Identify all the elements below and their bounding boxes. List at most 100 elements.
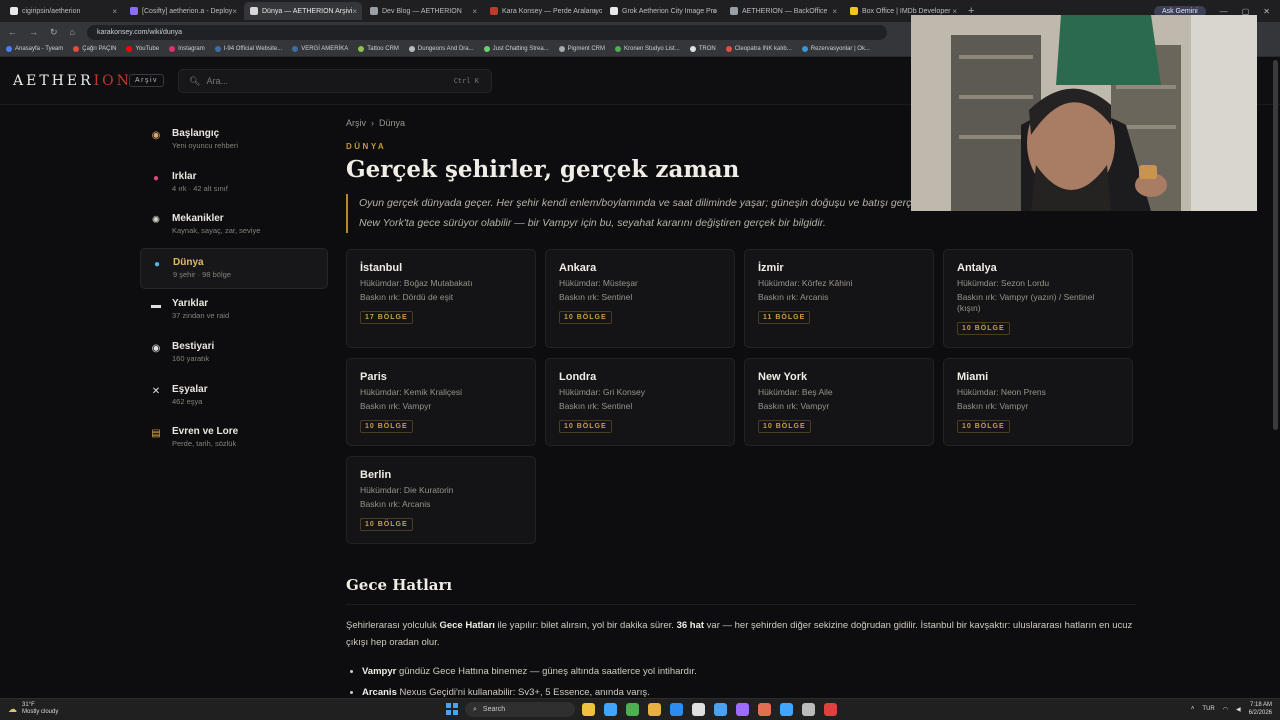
bookmark-item[interactable]: Just Chatting Strea... <box>483 46 549 52</box>
sidebar-item[interactable]: ● Dünya 9 şehir · 98 bölge <box>140 247 328 289</box>
sidebar-item[interactable]: ● Irklar 4 ırk · 42 alt sınıf <box>140 163 328 204</box>
sidebar-item[interactable]: ◉ Bestiyari 160 yaratık <box>140 333 328 374</box>
tray-chevron-icon[interactable]: ˄ <box>1191 706 1195 712</box>
taskbar-app-icon[interactable] <box>802 703 815 716</box>
bookmark-item[interactable]: Dungeons And Dra... <box>408 46 474 52</box>
compass-icon: ◉ <box>151 130 161 141</box>
taskbar-app-icon[interactable] <box>758 703 771 716</box>
archive-chip[interactable]: Arşiv <box>129 74 165 87</box>
bookmark-item[interactable]: Instagram <box>169 46 205 52</box>
taskbar-app-icon[interactable] <box>626 703 639 716</box>
page-scrollbar[interactable] <box>1273 60 1278 430</box>
sidebar-item-text: Yarıklar 37 zindan ve raid <box>172 298 229 331</box>
bookmark-item[interactable]: YouTube <box>126 46 159 52</box>
city-card[interactable]: Antalya Hükümdar: Sezon Lordu Baskın ırk: … <box>943 249 1133 348</box>
sidebar-item-title: Eşyalar <box>172 383 208 395</box>
city-card[interactable]: İstanbul Hükümdar: Boğaz Mutabakatı Baskın… <box>346 249 536 348</box>
sidebar-item[interactable]: ◉ Başlangıç Yeni oyuncu rehberi <box>140 120 328 161</box>
taskbar-app-icon[interactable] <box>780 703 793 716</box>
taskbar-app-icon[interactable] <box>692 703 705 716</box>
sidebar-item[interactable]: ✺ Mekanikler Kaynak, sayaç, zar, seviye <box>140 205 328 246</box>
home-icon[interactable]: ⌂ <box>70 27 75 37</box>
tab-title: Kara Konsey — Perde Aralanıyo <box>502 7 602 15</box>
wifi-icon[interactable]: ◠ <box>1223 706 1228 713</box>
sidebar-item-text: Mekanikler Kaynak, sayaç, zar, seviye <box>172 213 260 246</box>
search-input[interactable]: 🔍︎ Ara... Ctrl K <box>178 69 492 93</box>
tab-close-icon[interactable]: × <box>112 7 117 16</box>
bookmark-item[interactable]: Cleopatra INK kalıb... <box>725 46 792 52</box>
breadcrumb-archive-link[interactable]: Arşiv <box>346 118 366 128</box>
tab-close-icon[interactable]: × <box>712 7 717 16</box>
bookmark-item[interactable]: Çağrı PAÇIN <box>73 46 116 52</box>
url-field[interactable]: karakonsey.com/wiki/dunya <box>86 24 887 40</box>
browser-tab[interactable]: Grok Aetherion City Image Pro × <box>604 2 722 20</box>
city-dominant-race: Baskın ırk: Sentinel <box>559 292 633 302</box>
forward-icon[interactable]: → <box>29 27 38 37</box>
tab-close-icon[interactable]: × <box>832 7 837 16</box>
sidebar-item[interactable]: ▤ Evren ve Lore Perde, tarih, sözlük <box>140 418 328 459</box>
browser-tab[interactable]: AETHERION — BackOffice × <box>724 2 842 20</box>
para-text-1: Şehirlerarası yolculuk <box>346 620 440 631</box>
city-card[interactable]: New York Hükümdar: Beş Aile Baskın ırk: Va… <box>744 358 934 446</box>
city-card[interactable]: Miami Hükümdar: Neon Prens Baskın ırk: Vam… <box>943 358 1133 446</box>
bookmark-item[interactable]: Kronen Studyo List... <box>615 46 680 52</box>
close-icon[interactable]: ✕ <box>1263 7 1270 16</box>
sidebar-item-subtitle: 4 ırk · 42 alt sınıf <box>172 183 228 193</box>
webcam-overlay <box>911 15 1257 211</box>
browser-tab[interactable]: Dünya — AETHERION Arşivi × <box>244 2 362 20</box>
tab-close-icon[interactable]: × <box>472 7 477 16</box>
sidebar-item[interactable]: ✕ Eşyalar 462 eşya <box>140 376 328 417</box>
browser-tab[interactable]: Dev Blog — AETHERION × <box>364 2 482 20</box>
city-name: Miami <box>957 371 989 383</box>
volume-icon[interactable]: ◀ <box>1236 706 1241 713</box>
bookmark-item[interactable]: Anasayfa - Tyeam <box>6 46 63 52</box>
taskbar-search[interactable]: ⌕ Search <box>465 702 575 717</box>
bookmark-label: Cleopatra INK kalıb... <box>734 46 792 52</box>
blood-drop-icon: ● <box>152 172 160 184</box>
taskbar-app-icon[interactable] <box>824 703 837 716</box>
city-card[interactable]: Ankara Hükümdar: Müsteşar Baskın ırk: Sent… <box>545 249 735 348</box>
city-ruler: Hükümdar: Kemik Kraliçesi <box>360 387 463 397</box>
site-logo[interactable]: AETHERION <box>13 73 132 89</box>
sidebar-item-title: Irklar <box>172 170 197 182</box>
list-item-text: gündüz Gece Hattına binemez — güneş altı… <box>396 666 697 677</box>
system-tray: ˄ TUR ◠ ◀ 7:18 AM 6/2/2026 <box>1191 701 1272 717</box>
city-card[interactable]: Paris Hükümdar: Kemik Kraliçesi Baskın ırk… <box>346 358 536 446</box>
city-card[interactable]: İzmir Hükümdar: Körfez Kâhini Baskın ırk: … <box>744 249 934 348</box>
sidebar-item[interactable]: ▬ Yarıklar 37 zindan ve raid <box>140 290 328 331</box>
tab-close-icon[interactable]: × <box>352 7 357 16</box>
bookmark-favicon-icon <box>725 46 732 52</box>
taskbar-app-icon[interactable] <box>604 703 617 716</box>
breadcrumb-separator: › <box>371 118 374 128</box>
city-dominant-race: Baskın ırk: Arcanis <box>360 499 431 509</box>
bookmark-item[interactable]: I-94 Official Website... <box>214 46 282 52</box>
back-icon[interactable]: ← <box>8 27 17 37</box>
weather-widget[interactable]: ☁ 31°F Mostly cloudy <box>8 702 58 716</box>
browser-tab[interactable]: [Cosifty] aetherion.a - Deploy × <box>124 2 242 20</box>
region-count-badge: 17 BÖLGE <box>360 311 413 324</box>
taskbar-app-icon[interactable] <box>648 703 661 716</box>
tray-lang[interactable]: TUR <box>1202 706 1214 712</box>
taskbar-clock[interactable]: 7:18 AM 6/2/2026 <box>1249 701 1272 717</box>
bookmark-item[interactable]: TRON <box>689 46 716 52</box>
city-card[interactable]: Londra Hükümdar: Gri Konsey Baskın ırk: Se… <box>545 358 735 446</box>
sidebar-item-subtitle: Perde, tarih, sözlük <box>172 439 237 449</box>
bookmark-item[interactable]: Rezervasyonlar | Ok... <box>801 46 870 52</box>
browser-tab[interactable]: cigiripsin/aetherion × <box>4 2 122 20</box>
city-card[interactable]: Berlin Hükümdar: Die Kuratorin Baskın ırk:… <box>346 456 536 544</box>
os-taskbar: ☁ 31°F Mostly cloudy ⌕ Search ˄ TUR ◠ ◀ 7:… <box>0 698 1280 720</box>
browser-tab[interactable]: Kara Konsey — Perde Aralanıyo × <box>484 2 602 20</box>
bookmark-item[interactable]: VERGİ AMERİKA <box>292 46 348 52</box>
taskbar-app-icon[interactable] <box>670 703 683 716</box>
reload-icon[interactable]: ↻ <box>50 27 58 38</box>
taskbar-app-icon[interactable] <box>714 703 727 716</box>
bookmark-item[interactable]: Pigment CRM <box>558 46 605 52</box>
taskbar-app-icon[interactable] <box>736 703 749 716</box>
bookmark-label: Dungeons And Dra... <box>417 46 474 52</box>
city-name: Antalya <box>957 262 997 274</box>
windows-start-icon[interactable] <box>446 703 458 715</box>
tab-close-icon[interactable]: × <box>592 7 597 16</box>
taskbar-app-icon[interactable] <box>582 703 595 716</box>
bookmark-item[interactable]: Tattoo CRM <box>358 46 399 52</box>
tab-close-icon[interactable]: × <box>232 7 237 16</box>
